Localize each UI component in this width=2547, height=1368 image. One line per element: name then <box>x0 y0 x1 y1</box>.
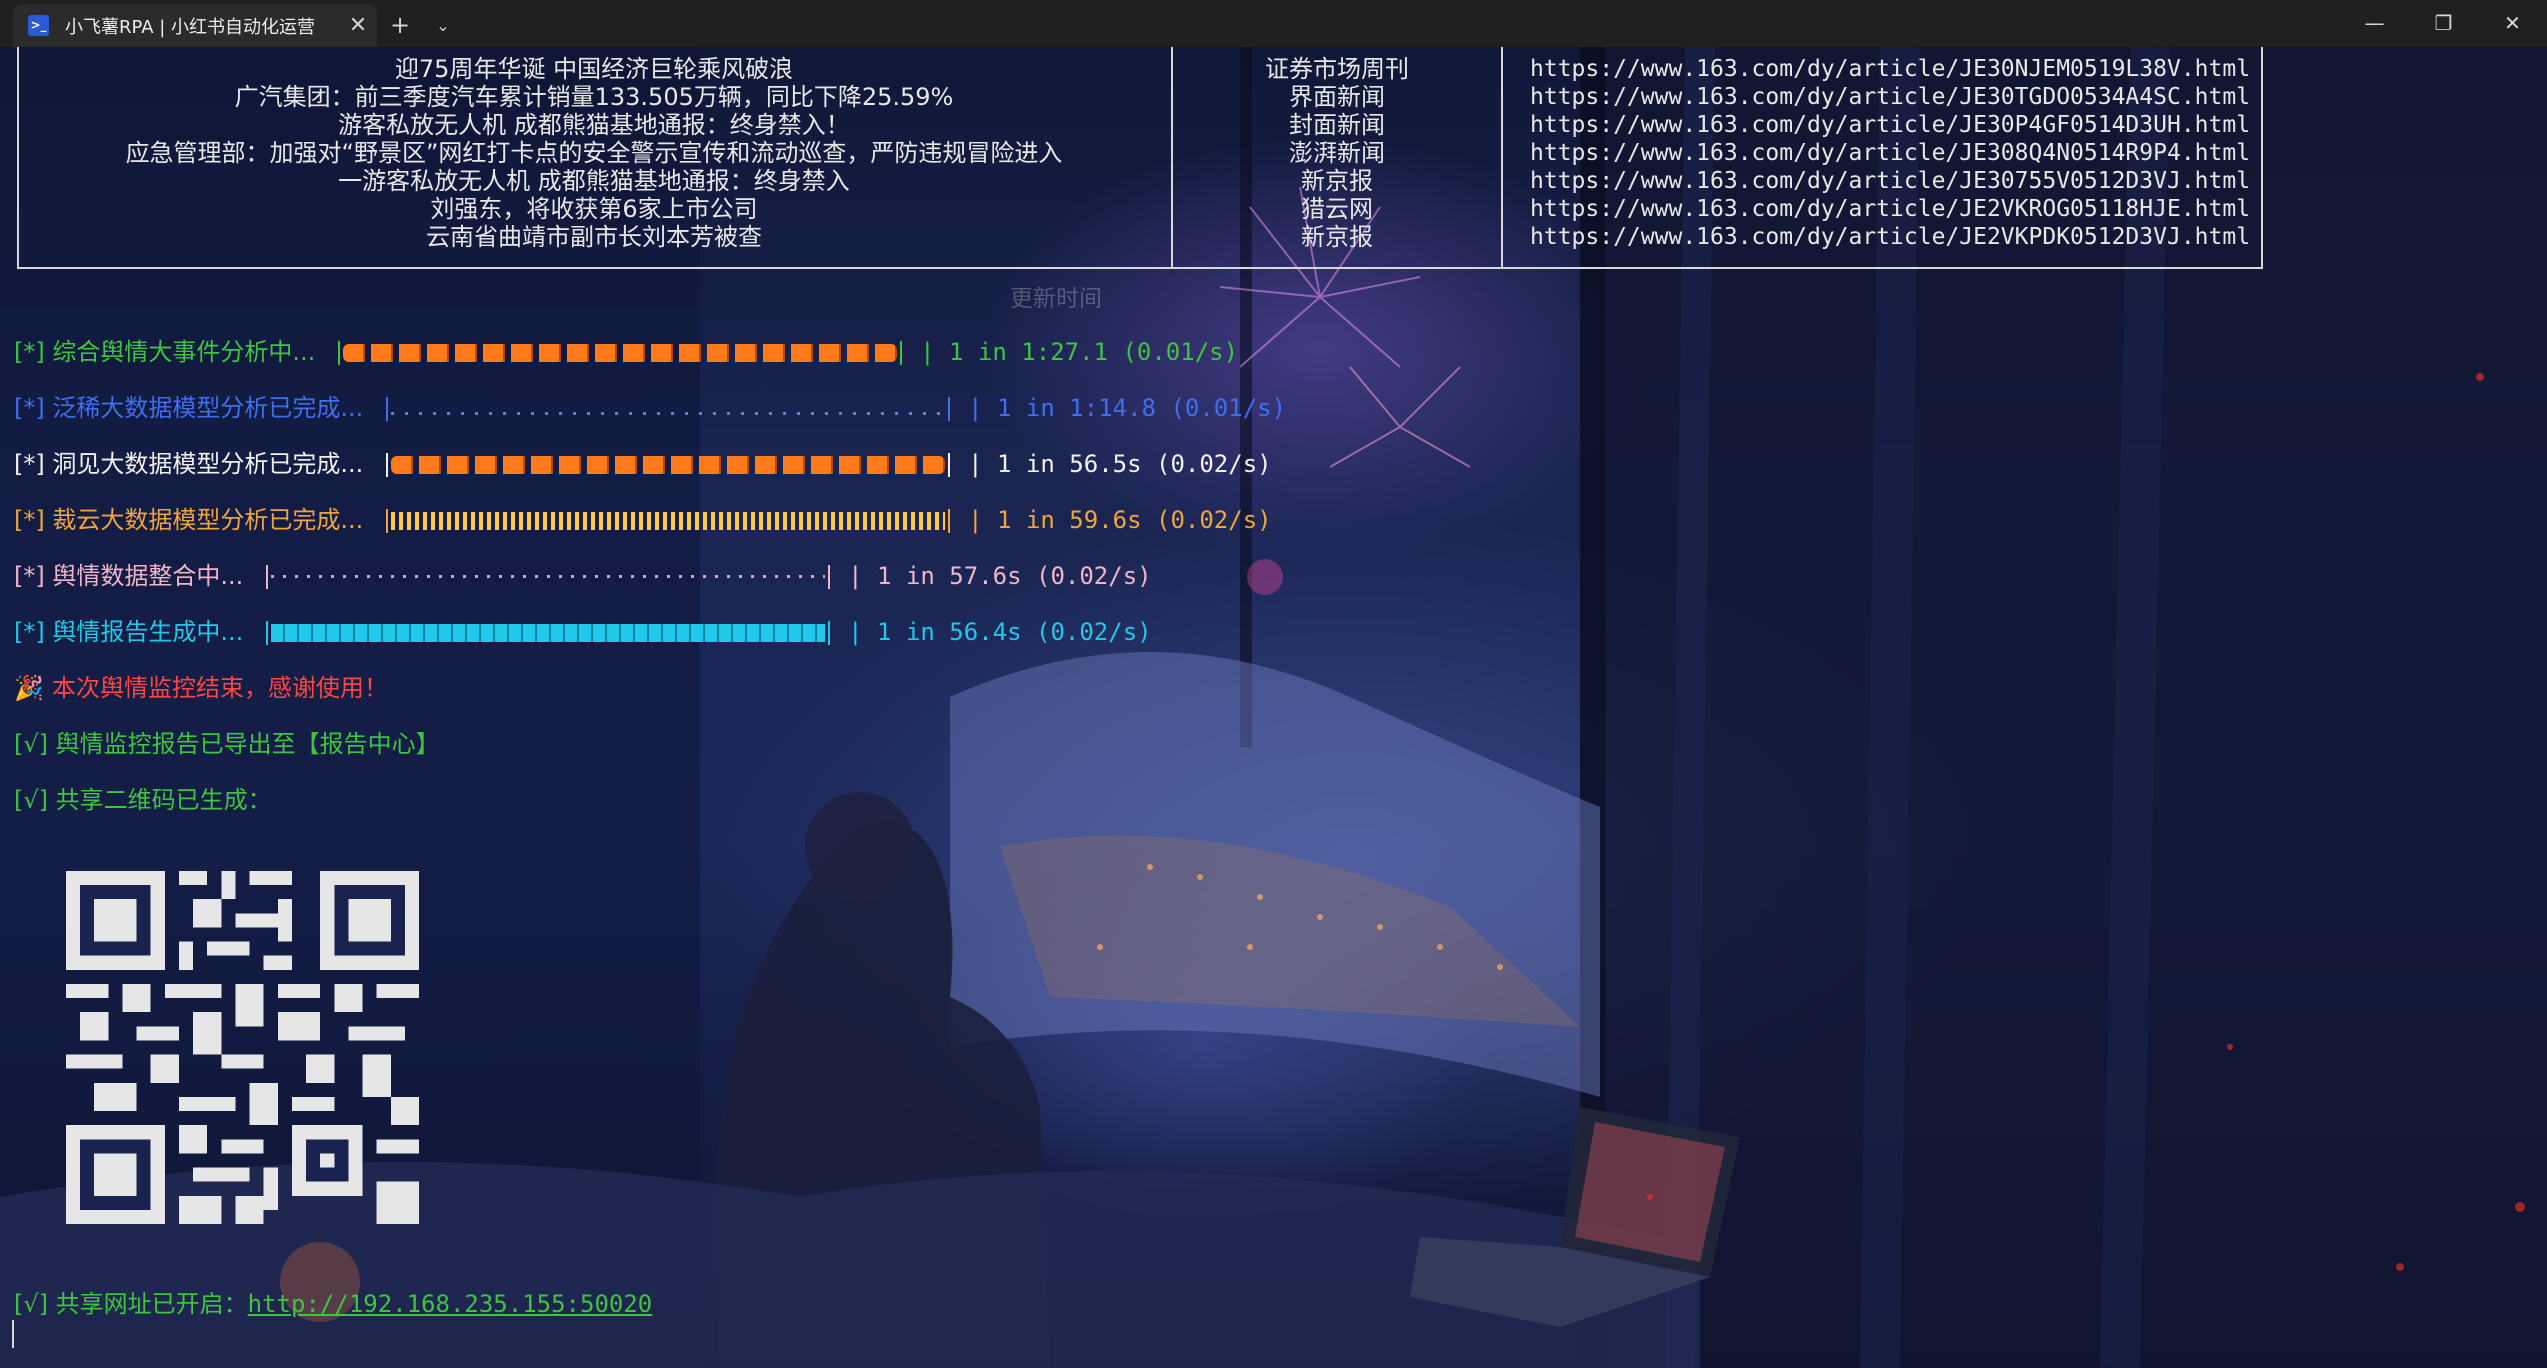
qr-code-icon <box>66 871 419 1224</box>
progress-stat: | 1 in 56.5s (0.02/s) <box>968 450 1272 478</box>
text-cursor <box>12 1320 14 1348</box>
news-source: 证券市场周刊 <box>1265 55 1409 83</box>
news-link[interactable]: https://www.163.com/dy/article/JE30NJEM0… <box>1503 55 2261 83</box>
news-title: 游客私放无人机 成都熊猫基地通报：终身禁入！ <box>338 111 850 139</box>
news-titles-column: 迎75周年华诞 中国经济巨轮乘风破浪 广汽集团：前三季度汽车累计销量133.50… <box>19 55 1169 251</box>
news-title: 云南省曲靖市副市长刘本芳被查 <box>426 223 762 251</box>
progress-stat: | 1 in 57.6s (0.02/s) <box>848 562 1152 590</box>
news-source: 澎湃新闻 <box>1289 139 1385 167</box>
party-popper-icon: 🎉 <box>14 674 44 702</box>
terminal-output: 迎75周年华诞 中国经济巨轮乘风破浪 广汽集团：前三季度汽车累计销量133.50… <box>0 47 2547 1368</box>
end-message-text: 本次舆情监控结束，感谢使用！ <box>52 674 388 702</box>
progress-bar <box>385 397 950 421</box>
tab-title: 小飞薯RPA | 小红书自动化运营 <box>65 16 316 38</box>
progress-label: [*] 舆情报告生成中... <box>14 618 244 646</box>
tab-active[interactable]: >_ 小飞薯RPA | 小红书自动化运营 ✕ <box>13 4 377 47</box>
minimize-button[interactable]: — <box>2340 0 2409 47</box>
terminal-pane[interactable]: 迎75周年华诞 中国经济巨轮乘风破浪 广汽集团：前三季度汽车累计销量133.50… <box>0 47 2547 1368</box>
new-tab-button[interactable]: + <box>377 4 423 47</box>
progress-line-6: [*] 舆情报告生成中... | 1 in 56.4s (0.02/s) <box>14 615 1152 649</box>
terminal-window: >_ 小飞薯RPA | 小红书自动化运营 ✕ + ⌄ — ❐ ✕ 迎75周年华诞… <box>0 0 2547 1368</box>
qr-generated-message: [√] 共享二维码已生成： <box>14 786 272 814</box>
progress-line-1: [*] 综合舆情大事件分析中... | 1 in 1:27.1 (0.01/s) <box>14 335 1238 369</box>
progress-stat: | 1 in 1:14.8 (0.01/s) <box>968 394 1287 422</box>
progress-bar <box>265 565 830 589</box>
news-title: 迎75周年华诞 中国经济巨轮乘风破浪 <box>394 55 794 83</box>
news-link[interactable]: https://www.163.com/dy/article/JE2VKPDK0… <box>1503 223 2261 251</box>
news-link[interactable]: https://www.163.com/dy/article/JE30P4GF0… <box>1503 111 2261 139</box>
progress-stat: | 1 in 56.4s (0.02/s) <box>848 618 1152 646</box>
progress-bar <box>265 621 830 645</box>
news-link[interactable]: https://www.163.com/dy/article/JE308Q4N0… <box>1503 139 2261 167</box>
progress-stat: | 1 in 1:27.1 (0.01/s) <box>920 338 1239 366</box>
news-table: 迎75周年华诞 中国经济巨轮乘风破浪 广汽集团：前三季度汽车累计销量133.50… <box>17 47 2263 269</box>
progress-line-3: [*] 洞见大数据模型分析已完成... | 1 in 56.5s (0.02/s… <box>14 447 1272 481</box>
news-link[interactable]: https://www.163.com/dy/article/JE30TGDO0… <box>1503 83 2261 111</box>
news-title: 刘强东，将收获第6家上市公司 <box>430 195 758 223</box>
close-tab-icon[interactable]: ✕ <box>339 13 377 38</box>
progress-stat: | 1 in 59.6s (0.02/s) <box>968 506 1272 534</box>
news-link[interactable]: https://www.163.com/dy/article/JE30755V0… <box>1503 167 2261 195</box>
progress-label: [*] 裁云大数据模型分析已完成... <box>14 506 364 534</box>
progress-bar-fill <box>270 624 825 642</box>
news-source: 猎云网 <box>1301 195 1373 223</box>
news-title: 应急管理部：加强对“野景区”网红打卡点的安全警示宣传和流动巡查，严防违规冒险进入 <box>125 139 1063 167</box>
progress-bar <box>385 453 950 477</box>
progress-bar-fill <box>390 512 945 530</box>
news-links-column: https://www.163.com/dy/article/JE30NJEM0… <box>1501 47 2261 267</box>
progress-label: [*] 舆情数据整合中... <box>14 562 244 590</box>
export-message: [√] 舆情监控报告已导出至【报告中心】 <box>14 730 440 758</box>
news-title: 一游客私放无人机 成都熊猫基地通报：终身禁入 <box>338 167 850 195</box>
progress-line-4: [*] 裁云大数据模型分析已完成... | 1 in 59.6s (0.02/s… <box>14 503 1272 537</box>
progress-line-2: [*] 泛稀大数据模型分析已完成... | 1 in 1:14.8 (0.01/… <box>14 391 1286 425</box>
share-url-link[interactable]: http://192.168.235.155:50020 <box>248 1290 653 1318</box>
title-bar: >_ 小飞薯RPA | 小红书自动化运营 ✕ + ⌄ — ❐ ✕ <box>0 0 2547 47</box>
news-source: 封面新闻 <box>1289 111 1385 139</box>
progress-bar-fill <box>390 412 945 415</box>
progress-label: [*] 泛稀大数据模型分析已完成... <box>14 394 364 422</box>
news-link[interactable]: https://www.163.com/dy/article/JE2VKROG0… <box>1503 195 2261 223</box>
progress-line-5: [*] 舆情数据整合中... | 1 in 57.6s (0.02/s) <box>14 559 1152 593</box>
close-window-button[interactable]: ✕ <box>2478 0 2547 47</box>
progress-label: [*] 洞见大数据模型分析已完成... <box>14 450 364 478</box>
progress-bar-fill <box>342 344 897 362</box>
progress-label: [*] 综合舆情大事件分析中... <box>14 338 316 366</box>
news-sources-column: 证券市场周刊 界面新闻 封面新闻 澎湃新闻 新京报 猎云网 新京报 <box>1171 47 1501 267</box>
share-url-message: [√] 共享网址已开启：http://192.168.235.155:50020 <box>14 1287 652 1321</box>
progress-bar-fill <box>270 575 825 578</box>
news-source: 界面新闻 <box>1289 83 1385 111</box>
powershell-icon: >_ <box>28 15 49 36</box>
news-source: 新京报 <box>1301 167 1373 195</box>
window-controls: — ❐ ✕ <box>2340 0 2547 47</box>
end-message: 🎉 本次舆情监控结束，感谢使用！ <box>14 671 388 705</box>
news-source: 新京报 <box>1301 223 1373 251</box>
progress-bar <box>337 341 902 365</box>
update-time-label: 更新时间 <box>1010 286 1102 312</box>
news-title: 广汽集团：前三季度汽车累计销量133.505万辆，同比下降25.59% <box>234 83 954 111</box>
progress-bar <box>385 509 950 533</box>
maximize-button[interactable]: ❐ <box>2409 0 2478 47</box>
tab-dropdown-button[interactable]: ⌄ <box>423 4 463 47</box>
share-url-prefix: [√] 共享网址已开启： <box>14 1290 248 1318</box>
progress-bar-fill <box>390 456 945 474</box>
